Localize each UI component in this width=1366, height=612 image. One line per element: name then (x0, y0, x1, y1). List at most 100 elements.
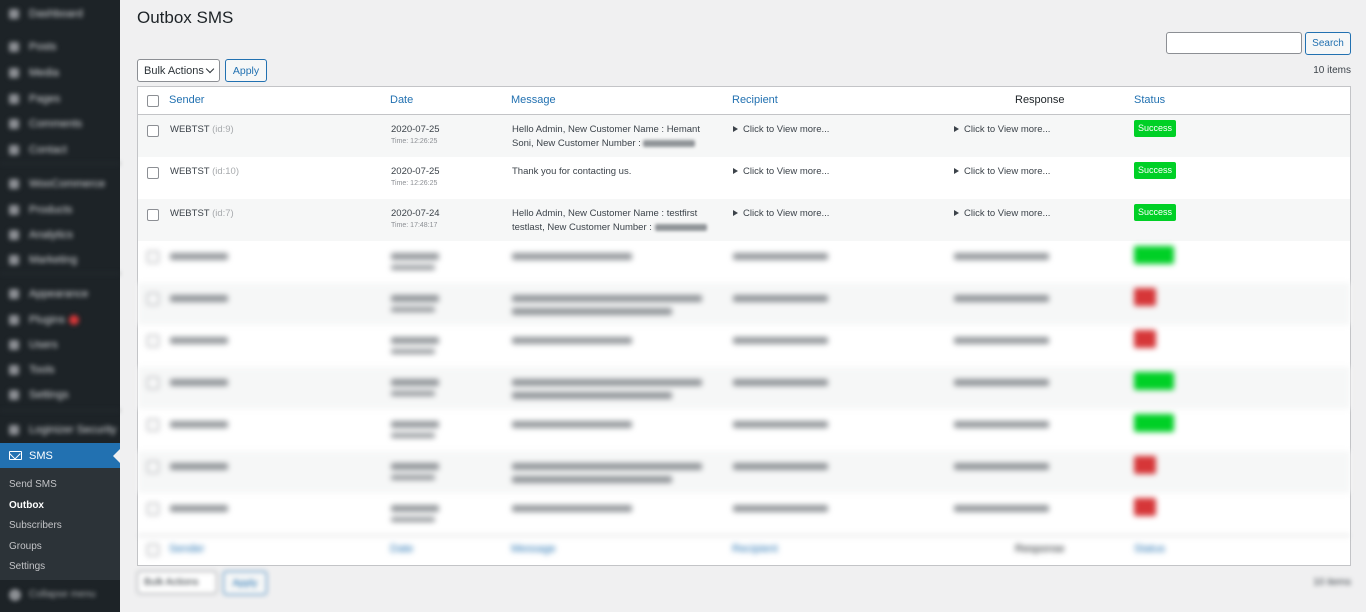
row-checkbox[interactable] (147, 293, 159, 305)
recipient-toggle[interactable]: Click to View more... (733, 208, 829, 219)
row-checkbox[interactable] (147, 419, 159, 431)
submenu-item-outbox[interactable]: Outbox (0, 496, 120, 517)
sidebar-item[interactable]: Dashboard (0, 4, 120, 24)
column-header-recipient[interactable]: Recipient (732, 94, 778, 106)
footer-header-message[interactable]: Message (511, 543, 556, 555)
sidebar-item[interactable]: Comments (0, 114, 120, 134)
select-all-checkbox-footer[interactable] (147, 544, 159, 556)
submenu-item-subscribers[interactable]: Subscribers (0, 516, 120, 537)
sidebar-item-label: Contact (29, 144, 67, 156)
sender-placeholder (170, 295, 228, 302)
table-row (138, 409, 1350, 451)
response-toggle[interactable]: Click to View more... (954, 166, 1050, 177)
column-header-status[interactable]: Status (1134, 94, 1165, 106)
apply-button[interactable]: Apply (225, 59, 267, 82)
submenu-item-groups[interactable]: Groups (0, 537, 120, 558)
table-header: Sender Date Message Recipient Response S… (138, 87, 1350, 115)
pin-icon (9, 42, 19, 52)
recipient-toggle[interactable]: Click to View more... (733, 166, 829, 177)
footer-header-status[interactable]: Status (1134, 543, 1165, 555)
admin-menu-items: Dashboard Posts Media Pages Comments Contact W… (0, 0, 120, 440)
date-placeholder (391, 379, 439, 386)
row-checkbox[interactable] (147, 125, 159, 137)
footer-header-sender[interactable]: Sender (169, 543, 204, 555)
row-checkbox[interactable] (147, 209, 159, 221)
message-placeholder (512, 253, 632, 260)
sidebar-item-label: Loginizer Security (29, 424, 117, 436)
date-placeholder (391, 295, 439, 302)
recipient-toggle[interactable]: Click to View more... (733, 124, 829, 135)
response-placeholder (954, 463, 1049, 470)
message-placeholder (512, 505, 632, 512)
sender-placeholder (170, 463, 228, 470)
status-badge: Success (1134, 120, 1177, 137)
sidebar-item[interactable]: WooCommerce (0, 174, 120, 194)
recipient-placeholder (733, 463, 828, 470)
media-icon (9, 68, 19, 78)
sidebar-item[interactable]: Plugins (0, 310, 120, 330)
sidebar-item-label: Products (29, 204, 73, 216)
dashboard-icon (9, 9, 19, 19)
sender-name: WEBTST (170, 208, 210, 219)
column-header-date[interactable]: Date (390, 94, 413, 106)
sender-cell: WEBTST (id:9) (170, 124, 234, 135)
sidebar-item[interactable]: Products (0, 200, 120, 220)
bottom-item-count: 10 items (1313, 577, 1351, 588)
date-value: 2020-07-25 (391, 124, 440, 135)
sidebar-item[interactable]: Tools (0, 360, 120, 380)
sidebar-item[interactable]: Loginizer Security (0, 420, 120, 440)
search-input[interactable] (1166, 32, 1302, 54)
sidebar-item[interactable]: Pages (0, 89, 120, 109)
date-value: 2020-07-24 (391, 208, 440, 219)
footer-header-recipient[interactable]: Recipient (732, 543, 778, 555)
bottom-apply-button[interactable]: Apply (223, 571, 267, 595)
sidebar-item-label: Settings (29, 389, 69, 401)
sidebar-item[interactable]: Analytics (0, 225, 120, 245)
sender-placeholder (170, 337, 228, 344)
date-value: 2020-07-25 (391, 166, 440, 177)
submenu-item-settings[interactable]: Settings (0, 557, 120, 578)
sender-cell: WEBTST (id:7) (170, 208, 234, 219)
sender-id: (id:9) (212, 124, 234, 135)
menu-separator (0, 410, 120, 411)
sender-id: (id:7) (212, 208, 234, 219)
sender-placeholder (170, 379, 228, 386)
recipient-text: Click to View more... (743, 124, 830, 135)
triangle-right-icon (733, 126, 738, 132)
triangle-right-icon (733, 210, 738, 216)
sidebar-item[interactable]: Users (0, 335, 120, 355)
row-checkbox[interactable] (147, 377, 159, 389)
sidebar-item[interactable]: Posts (0, 37, 120, 57)
sidebar-item-label: SMS (29, 449, 53, 462)
column-header-sender[interactable]: Sender (169, 94, 204, 106)
response-toggle[interactable]: Click to View more... (954, 124, 1050, 135)
sidebar-item[interactable]: Media (0, 63, 120, 83)
admin-sidebar: Dashboard Posts Media Pages Comments Contact W… (0, 0, 120, 612)
submenu-item-send-sms[interactable]: Send SMS (0, 475, 120, 496)
sidebar-item-sms[interactable]: SMS (0, 443, 120, 468)
footer-header-date[interactable]: Date (390, 543, 413, 555)
column-header-message[interactable]: Message (511, 94, 556, 106)
collapse-menu-button[interactable]: Collapse menu (0, 582, 120, 607)
row-checkbox[interactable] (147, 167, 159, 179)
response-toggle[interactable]: Click to View more... (954, 208, 1050, 219)
date-placeholder (391, 253, 439, 260)
item-count: 10 items (1313, 65, 1351, 76)
plugins-icon (9, 315, 19, 325)
search-button[interactable]: Search (1305, 32, 1351, 55)
select-all-checkbox[interactable] (147, 95, 159, 107)
sidebar-item[interactable]: Marketing (0, 250, 120, 270)
status-badge (1134, 288, 1156, 306)
date-cell: 2020-07-25 Time: 12:26:25 (391, 124, 440, 145)
row-checkbox[interactable] (147, 503, 159, 515)
outbox-table: Sender Date Message Recipient Response S… (137, 86, 1351, 566)
bottom-bulk-actions-select[interactable]: Bulk Actions (137, 571, 217, 594)
row-checkbox[interactable] (147, 251, 159, 263)
sidebar-item[interactable]: Settings (0, 385, 120, 405)
row-checkbox[interactable] (147, 461, 159, 473)
date-placeholder (391, 463, 439, 470)
bulk-actions-select[interactable]: Bulk Actions (137, 59, 220, 82)
sidebar-item[interactable]: Appearance (0, 284, 120, 304)
row-checkbox[interactable] (147, 335, 159, 347)
sidebar-item[interactable]: Contact (0, 140, 120, 160)
